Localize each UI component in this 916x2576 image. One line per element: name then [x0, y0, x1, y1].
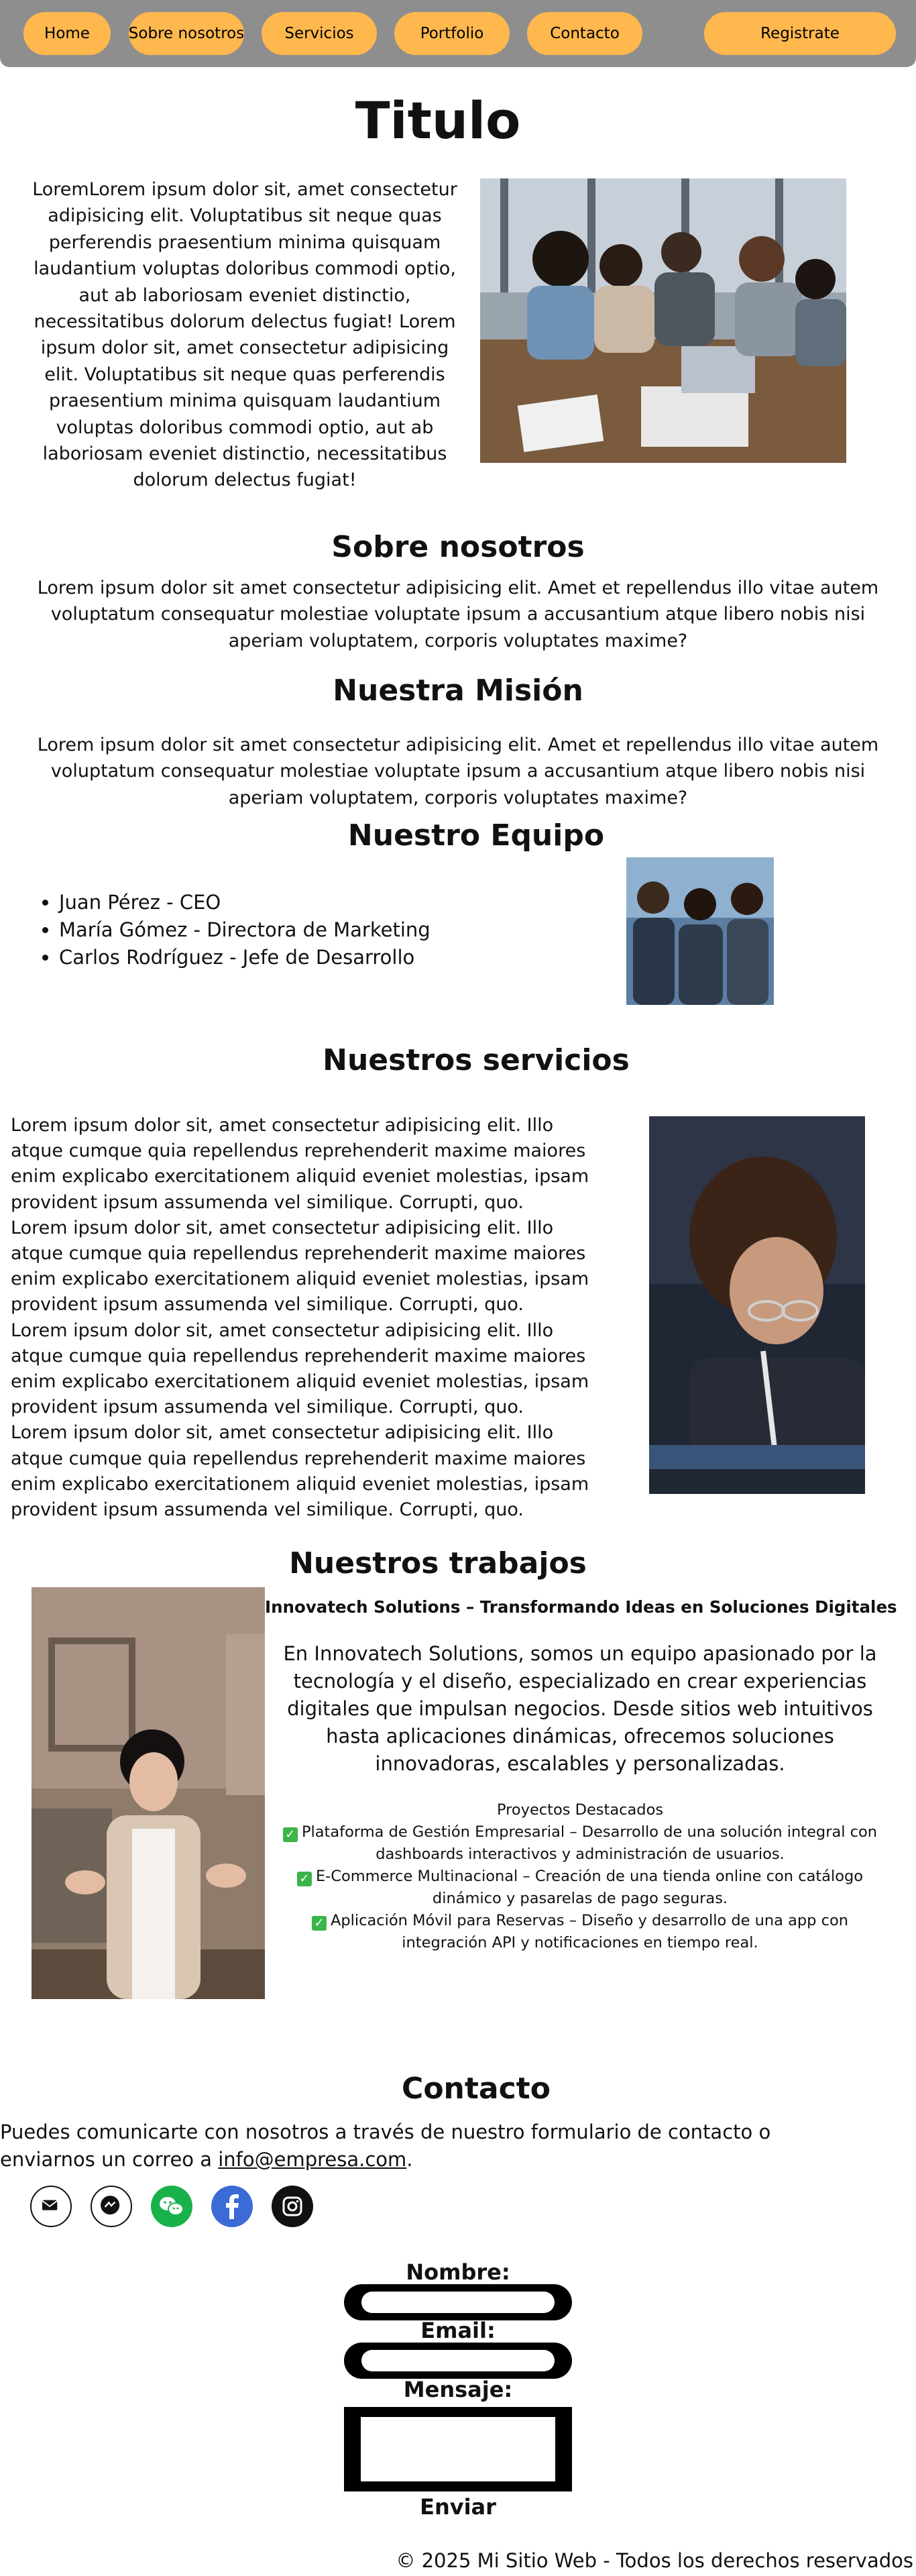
messenger-icon[interactable]: [91, 2186, 132, 2227]
services-paragraph: Lorem ipsum dolor sit, amet consectetur …: [11, 1320, 589, 1418]
check-mark-icon: ✓: [282, 1827, 298, 1842]
team-photo: [626, 857, 774, 1005]
navbar: Home Sobre nosotros Servicios Portfolio …: [0, 0, 916, 67]
works-intro: En Innovatech Solutions, somos un equipo…: [283, 1642, 877, 1775]
message-label: Mensaje:: [403, 2377, 513, 2402]
check-mark-icon: ✓: [311, 1916, 327, 1931]
submit-button[interactable]: Enviar: [0, 2494, 916, 2520]
email-link[interactable]: info@empresa.com: [218, 2148, 406, 2171]
works-heading: Nuestros trabajos: [289, 1546, 587, 1580]
facebook-icon[interactable]: [211, 2186, 253, 2227]
contact-heading: Contacto: [402, 2072, 551, 2106]
wechat-icon[interactable]: [151, 2186, 192, 2227]
message-field[interactable]: [344, 2407, 572, 2491]
team-member: María Gómez - Directora de Marketing: [59, 916, 431, 944]
about-heading: Sobre nosotros: [331, 530, 585, 564]
works-subheading: Innovatech Solutions – Transformando Ide…: [265, 1597, 897, 1617]
projects-title: Proyectos Destacados: [496, 1801, 664, 1819]
name-label: Nombre:: [406, 2259, 510, 2285]
nav-home-button[interactable]: Home: [23, 12, 111, 55]
services-paragraph: Lorem ipsum dolor sit, amet consectetur …: [11, 1217, 589, 1316]
page-title: Titulo: [355, 91, 521, 150]
services-photo: [649, 1116, 865, 1494]
nav-contact-button[interactable]: Contacto: [527, 12, 642, 55]
project-item: ✓ E-Commerce Multinacional – Creación de …: [268, 1866, 892, 1910]
register-button[interactable]: Registrate: [704, 12, 896, 55]
mission-text: Lorem ipsum dolor sit amet consectetur a…: [37, 735, 879, 808]
nav-about-button[interactable]: Sobre nosotros: [129, 12, 244, 55]
email-label: Email:: [420, 2318, 496, 2343]
services-heading: Nuestros servicios: [323, 1043, 630, 1077]
nav-portfolio-button[interactable]: Portfolio: [394, 12, 510, 55]
hero-team-photo: [480, 178, 846, 463]
project-item: ✓ Plataforma de Gestión Empresarial – Des…: [268, 1821, 892, 1866]
email-icon[interactable]: [30, 2186, 72, 2227]
works-video-frame: [32, 1587, 265, 1999]
about-text: Lorem ipsum dolor sit amet consectetur a…: [37, 578, 879, 651]
footer-text: © 2025 Mi Sitio Web - Todos los derechos…: [396, 2549, 913, 2572]
team-member: Juan Pérez - CEO: [59, 889, 431, 916]
team-list: Juan Pérez - CEO María Gómez - Directora…: [34, 889, 431, 971]
nav-services-button[interactable]: Servicios: [262, 12, 377, 55]
instagram-icon[interactable]: [272, 2186, 313, 2227]
mission-heading: Nuestra Misión: [333, 674, 583, 708]
contact-text: Puedes comunicarte con nosotros a través…: [0, 2121, 771, 2171]
check-mark-icon: ✓: [296, 1872, 312, 1886]
services-paragraph: Lorem ipsum dolor sit, amet consectetur …: [11, 1422, 589, 1521]
team-heading: Nuestro Equipo: [347, 818, 605, 853]
team-member: Carlos Rodríguez - Jefe de Desarrollo: [59, 944, 431, 971]
project-item: ✓ Aplicación Móvil para Reservas – Diseño…: [268, 1910, 892, 1954]
hero-text: LoremLorem ipsum dolor sit, amet consect…: [32, 179, 457, 491]
email-field[interactable]: [344, 2343, 572, 2379]
services-text: Lorem ipsum dolor sit, amet consectetur …: [11, 1113, 601, 1523]
projects-block: Proyectos Destacados ✓ Plataforma de Gest…: [268, 1799, 892, 1954]
services-paragraph: Lorem ipsum dolor sit, amet consectetur …: [11, 1115, 589, 1213]
name-field[interactable]: [344, 2284, 572, 2320]
